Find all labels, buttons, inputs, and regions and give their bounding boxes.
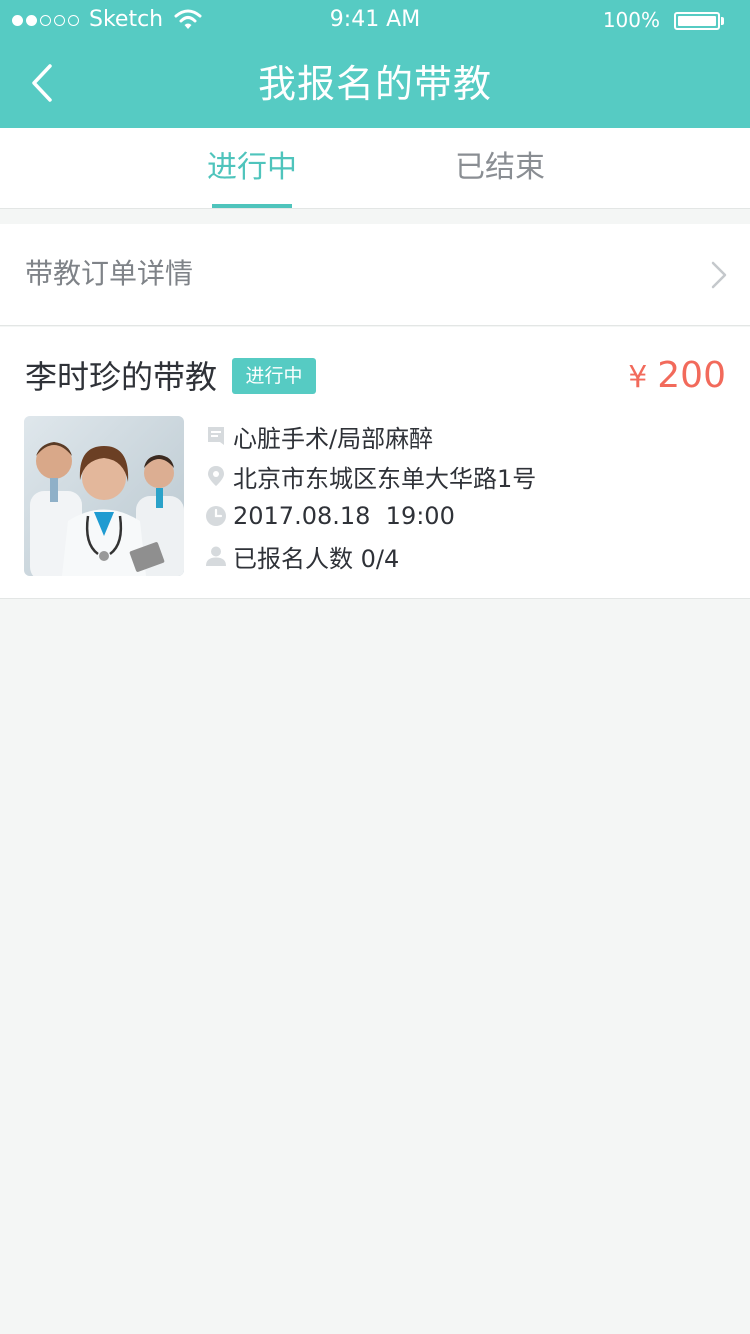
teaching-card[interactable]: 李时珍的带教 进行中 ¥200 心脏手术/局部麻醉 北京市东城区东单大华路1号 … [0, 327, 750, 599]
status-bar: Sketch 9:41 AM 100% [0, 0, 750, 40]
datetime-text: 2017.08.18 19:00 [233, 502, 455, 530]
nav-header: Sketch 9:41 AM 100% 我报名的带教 [0, 0, 750, 128]
doctor-photo [24, 416, 184, 576]
address-row: 北京市东城区东单大华路1号 [205, 456, 536, 496]
tab-bar: 进行中 已结束 [0, 128, 750, 209]
tab-indicator [212, 204, 292, 208]
price-value: 200 [657, 355, 726, 396]
tab-in-progress[interactable]: 进行中 [192, 128, 312, 208]
order-detail-row[interactable]: 带教订单详情 [0, 224, 750, 326]
battery-icon [674, 12, 720, 30]
enrolled-row: 已报名人数 0/4 [205, 536, 399, 576]
clock-icon [206, 506, 226, 526]
tab-finished[interactable]: 已结束 [440, 128, 560, 208]
person-icon [206, 546, 226, 566]
course-row: 心脏手术/局部麻醉 [205, 416, 433, 456]
page-title: 我报名的带教 [257, 62, 492, 106]
datetime-row: 2017.08.18 19:00 [205, 496, 455, 536]
address-text: 北京市东城区东单大华路1号 [233, 464, 537, 493]
order-detail-label: 带教订单详情 [25, 257, 194, 290]
course-text: 心脏手术/局部麻醉 [233, 424, 434, 453]
location-icon [208, 466, 224, 486]
battery-percent: 100% [602, 8, 660, 32]
course-icon [208, 427, 224, 445]
enrolled-text: 已报名人数 0/4 [233, 544, 400, 573]
status-badge: 进行中 [232, 358, 316, 394]
currency-symbol: ¥ [628, 360, 648, 395]
card-title: 李时珍的带教 [25, 358, 218, 396]
chevron-right-icon [711, 261, 727, 289]
price: ¥200 [628, 353, 726, 401]
